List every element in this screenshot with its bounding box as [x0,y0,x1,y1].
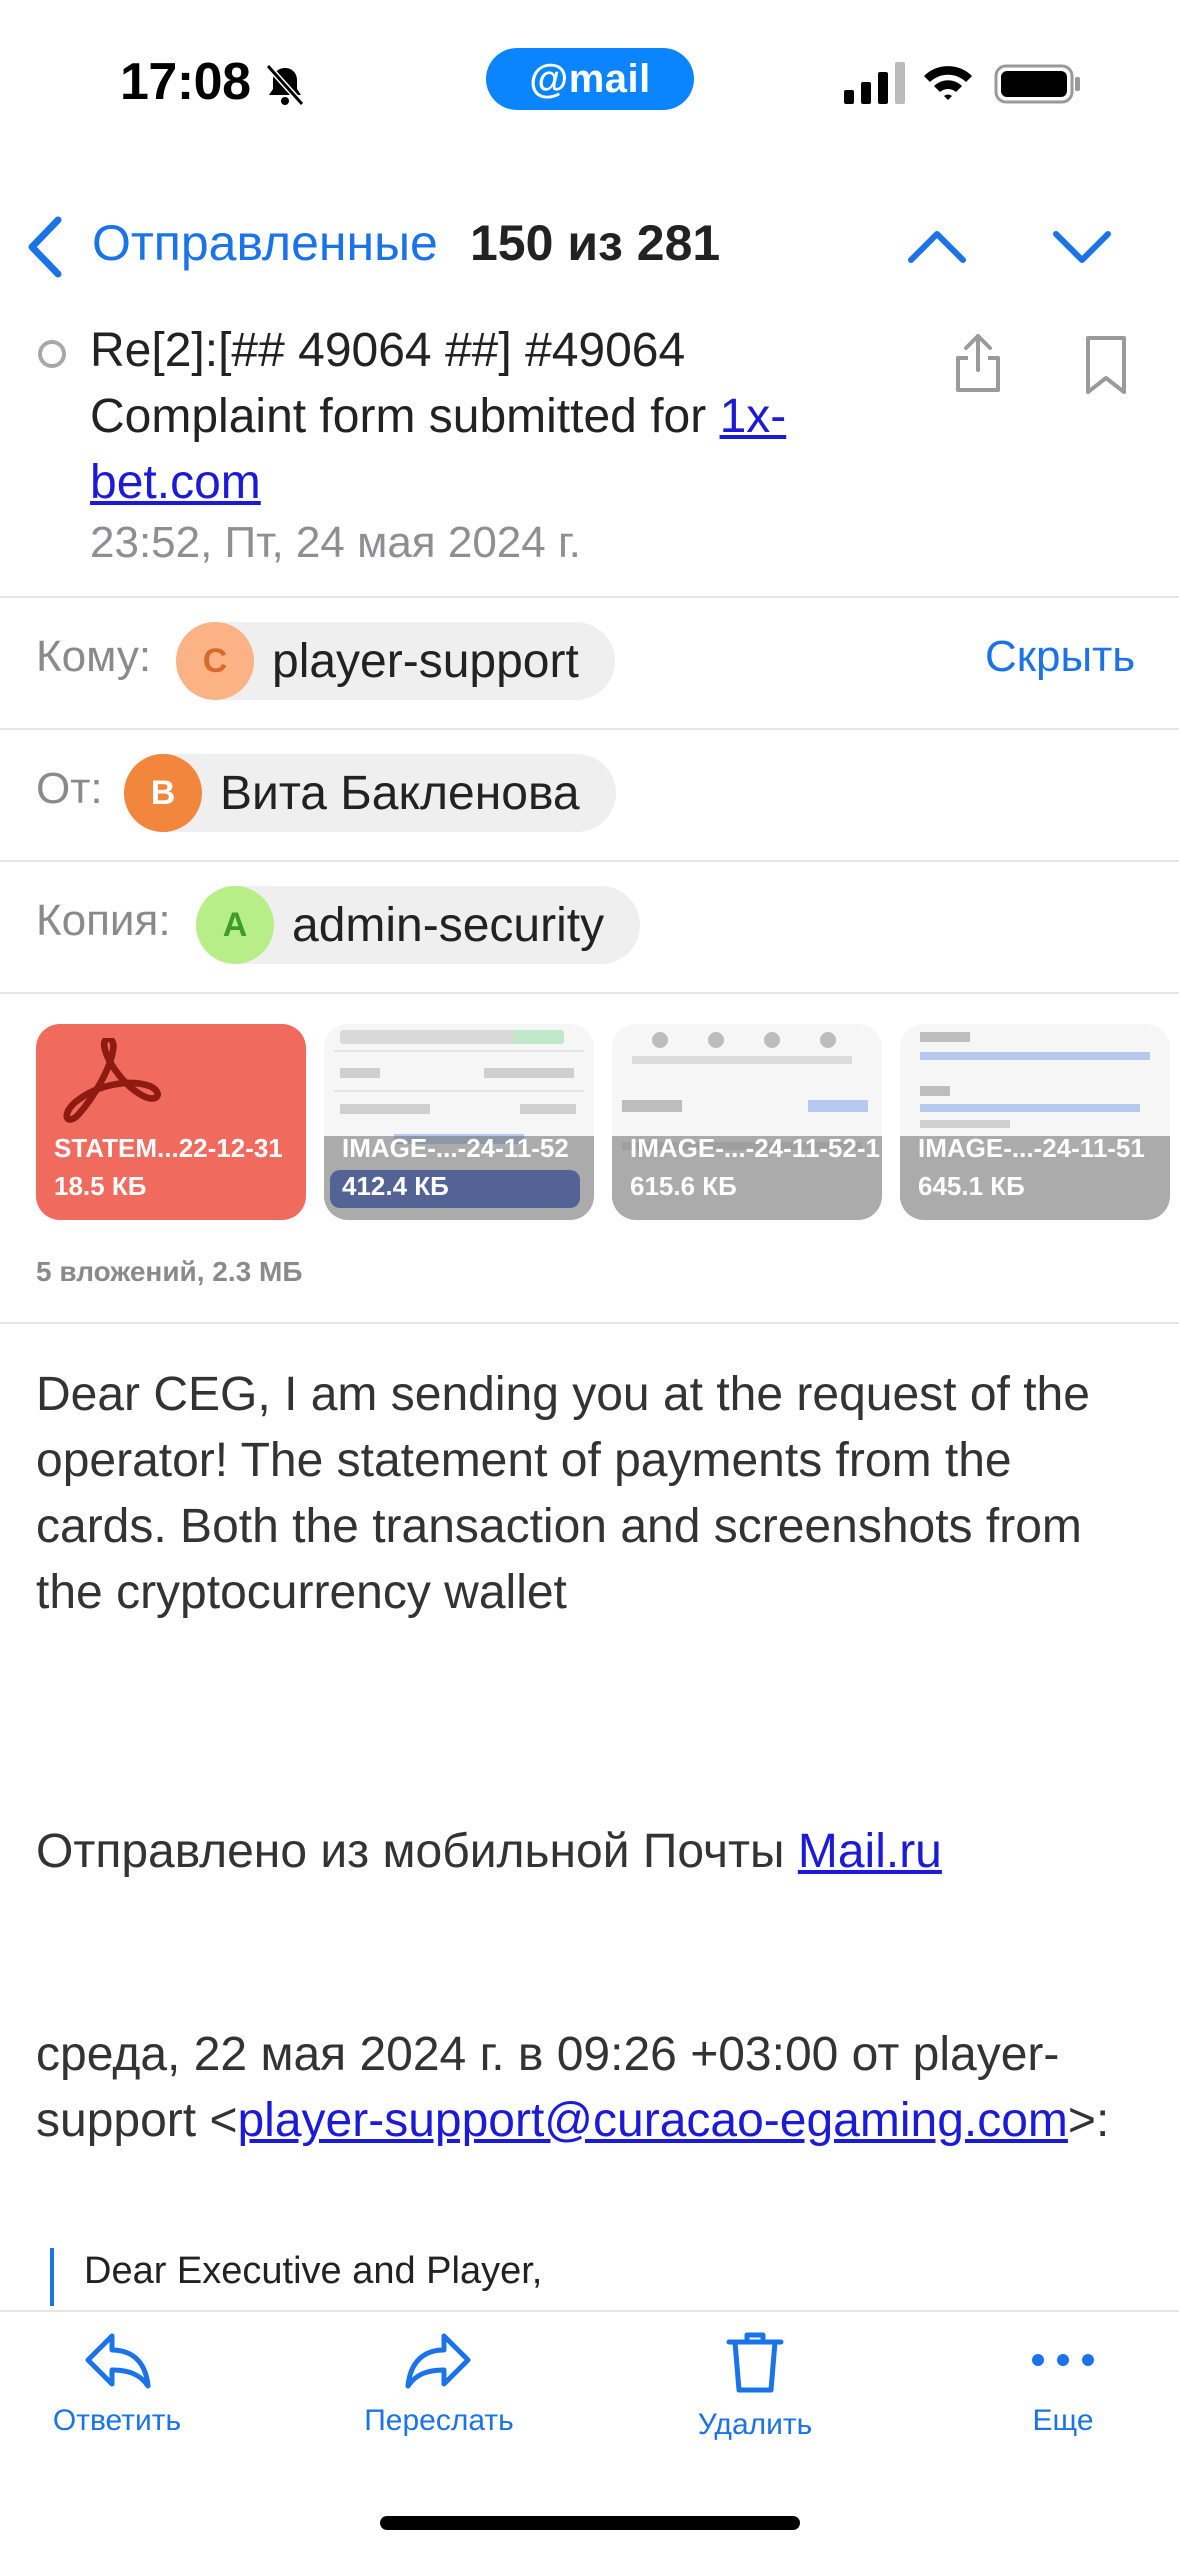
quoted-text: Dear Executive and Player, [84,2250,543,2292]
to-recipient-chip[interactable]: C player-support [176,622,615,700]
avatar: В [124,754,202,832]
from-sender-chip[interactable]: В Вита Бакленова [124,754,616,832]
attachment-name: IMAGE-...-24-11-52 [342,1133,569,1163]
divider [0,728,1179,730]
delete-label: Удалить [697,2408,813,2441]
back-folder-link[interactable]: Отправленные [92,214,438,272]
from-sender-name: Вита Бакленова [220,766,580,820]
attachment-size: 645.1 КБ [918,1171,1025,1201]
subject-line-1: Re[2]:[## 49064 ##] #49064 [90,324,686,377]
cellular-signal-icon [844,62,905,104]
quote-header-suffix: >: [1067,2094,1110,2147]
avatar: A [196,886,274,964]
cc-recipient-chip[interactable]: A admin-security [196,886,641,964]
message-date: 23:52, Пт, 24 мая 2024 г. [90,518,581,567]
wifi-icon [924,66,972,100]
forward-label: Переслать [364,2404,514,2437]
forward-icon [405,2333,471,2389]
message-counter: 150 из 281 [470,215,721,271]
bell-muted-icon [265,63,305,107]
delete-button[interactable]: Удалить [640,2312,870,2442]
attachment-tile[interactable]: IMAGE-...-24-11-52 412.4 КБ [324,1024,594,1220]
hide-recipients-link[interactable]: Скрыть [985,632,1135,682]
reply-button[interactable]: Ответить [2,2312,232,2438]
attachment-tile[interactable]: IMAGE-...-24-11-51 645.1 КБ [900,1024,1170,1220]
email-link[interactable]: player-support@curacao-egaming.com [237,2094,1067,2147]
battery-icon [994,64,1080,104]
subject-line-2: Complaint form submitted for 1x-bet.com [90,384,890,516]
attachment-name: IMAGE-...-24-11-51 [918,1133,1145,1163]
previous-message-icon[interactable] [905,218,969,274]
message-body: Dear CEG, I am sending you at the reques… [36,1368,1090,1619]
divider [0,992,1179,994]
back-chevron-icon[interactable] [20,214,70,280]
subject-text: Complaint form submitted for [90,390,720,443]
to-recipient-name: player-support [272,634,579,688]
from-label: От: [36,764,103,813]
reply-label: Ответить [52,2404,182,2437]
next-message-icon[interactable] [1050,218,1114,274]
attachment-tile[interactable]: IMAGE-...-24-11-52-1 615.6 КБ [612,1024,882,1220]
attachment-tile[interactable]: STATEM...22-12-31 18.5 КБ [36,1024,306,1220]
bookmark-icon[interactable] [1080,334,1132,396]
status-bar: 17:08 @mail [0,0,1179,170]
unread-toggle[interactable] [38,340,66,368]
attachments-summary: 5 вложений, 2.3 МБ [36,1256,303,1287]
message-subject: Re[2]:[## 49064 ##] #49064 Complaint for… [90,318,890,516]
cc-label: Копия: [36,896,171,945]
quote-bar [50,2248,54,2306]
avatar: C [176,622,254,700]
divider [0,860,1179,862]
divider [0,596,1179,598]
quote-header: среда, 22 мая 2024 г. в 09:26 +03:00 от … [36,2022,1136,2154]
more-icon [1032,2354,1094,2366]
more-label: Еще [1032,2404,1094,2437]
signature: Отправлено из мобильной Почты Mail.ru [36,1824,942,1879]
attachment-size: 18.5 КБ [54,1171,147,1201]
to-label: Кому: [36,632,152,681]
more-button[interactable]: Еще [948,2312,1178,2438]
attachment-size: 615.6 КБ [630,1171,737,1201]
status-time: 17:08 [120,53,251,111]
signature-text: Отправлено из мобильной Почты [36,1825,798,1878]
message-nav-bar: Отправленные 150 из 281 [0,200,1179,290]
pdf-icon [63,1038,161,1123]
forward-button[interactable]: Переслать [324,2312,554,2438]
attachment-name: STATEM...22-12-31 [54,1133,283,1163]
attachment-size: 412.4 КБ [342,1171,449,1201]
mail-app-pill[interactable]: @mail [486,48,694,110]
trash-icon [726,2332,784,2393]
home-indicator[interactable] [380,2516,800,2530]
share-icon[interactable] [950,332,1006,394]
mailru-link[interactable]: Mail.ru [798,1825,942,1878]
reply-icon [85,2333,151,2389]
attachment-name: IMAGE-...-24-11-52-1 [630,1133,880,1163]
cc-recipient-name: admin-security [292,898,605,952]
divider [0,1322,1179,1324]
